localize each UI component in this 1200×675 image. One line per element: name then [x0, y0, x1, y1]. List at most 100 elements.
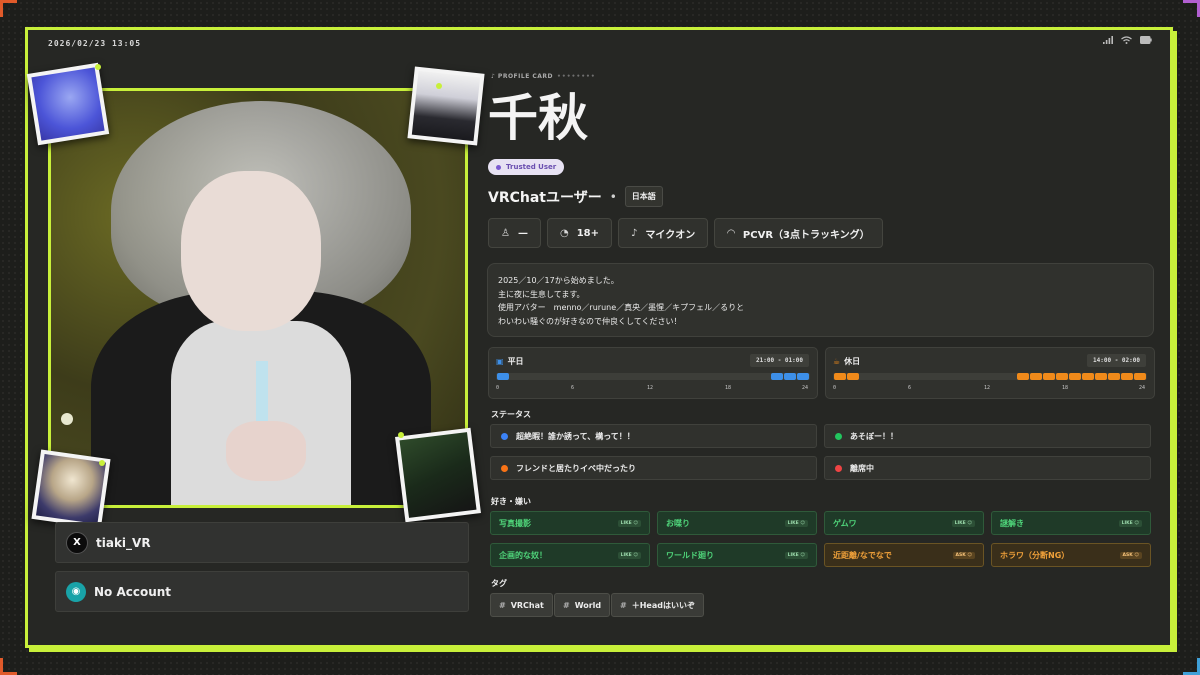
schedule-hour-segment	[1042, 373, 1055, 380]
schedule-holiday: ☕ 休日 14:00 - 02:00 0 6 12 18 24	[825, 347, 1155, 399]
tick-label: 0	[833, 385, 837, 391]
pref-label: ホラワ（分断NG）	[1000, 550, 1070, 560]
wifi-icon	[1121, 36, 1132, 44]
status-item: あそぼー！！	[824, 424, 1151, 448]
schedule-hour-segment	[1016, 373, 1029, 380]
schedule-hour-segment	[1134, 373, 1147, 380]
status-item: 超絶暇！誰か誘って、構って！！	[490, 424, 817, 448]
age-icon: ◔	[559, 227, 569, 239]
schedule-hour-segment	[797, 373, 810, 380]
schedule-hour-segment	[784, 373, 797, 380]
clock: 2026/02/23 13:05	[48, 39, 142, 48]
status-section-title: ステータス	[491, 410, 531, 419]
hash-icon: #	[499, 600, 506, 610]
social-link-discord[interactable]: ◉ No Account	[55, 571, 469, 612]
schedule-hour-segment	[1082, 373, 1095, 380]
polaroid-photo	[26, 62, 110, 146]
schedule-label: 休日	[844, 357, 861, 366]
tag-chip[interactable]: # VRChat	[490, 593, 553, 617]
bio-box: 2025／10／17から始めました。 主に夜に生息してます。 使用アバター me…	[487, 263, 1154, 337]
chip-mic: ♪ マイクオン	[618, 218, 709, 248]
corner-accent	[0, 0, 17, 17]
pref-label: ゲムワ	[833, 518, 857, 528]
music-note-icon: ♪	[491, 73, 498, 80]
schedule-range: 14:00 - 02:00	[1087, 354, 1146, 367]
pin-icon	[436, 83, 442, 89]
tick-label: 0	[496, 385, 500, 391]
status-item: 離席中	[824, 456, 1151, 480]
schedule-bar	[496, 373, 810, 380]
pref-label: お喋り	[666, 518, 690, 528]
schedule-hour-segment	[1095, 373, 1108, 380]
pin-icon	[398, 432, 404, 438]
pref-label: 写真撮影	[499, 518, 531, 528]
schedule-hour-segment	[1069, 373, 1082, 380]
person-icon: ♙	[501, 227, 510, 239]
pref-item-ask: 近距離/なでなで ASK ☺	[824, 543, 984, 567]
schedule-weekday: ▣ 平日 21:00 - 01:00 0 6 12 18 24	[488, 347, 818, 399]
corner-accent	[1183, 658, 1200, 675]
chip-platform: ◠ PCVR（3点トラッキング）	[714, 218, 883, 248]
pref-item-like: ワールド廻り LIKE ☺	[657, 543, 817, 567]
tag-chip[interactable]: # World	[554, 593, 611, 617]
tick-label: 6	[571, 385, 575, 391]
polaroid-photo	[407, 66, 485, 146]
language-badge: 日本語	[624, 186, 663, 207]
hash-icon: #	[620, 600, 627, 610]
pin-icon	[99, 460, 105, 466]
schedule-hour-segment	[1108, 373, 1121, 380]
pref-label: 近距離/なでなで	[833, 550, 892, 560]
chip-age: ◔ 18+	[546, 218, 612, 248]
trusted-badge: Trusted User	[488, 159, 565, 175]
x-logo-icon: X	[66, 531, 88, 554]
info-chips: ♙ — ◔ 18+ ♪ マイクオン ◠ PCVR（3点トラッキング）	[488, 218, 883, 248]
system-icons	[1103, 36, 1152, 44]
bio-line: 主に夜に生息してます。	[498, 289, 585, 299]
display-name: 千秋	[488, 89, 588, 147]
pref-item-like: 写真撮影 LIKE ☺	[490, 511, 650, 535]
schedule-hour-segment	[1121, 373, 1134, 380]
social-link-x[interactable]: X tiaki_VR	[55, 522, 469, 563]
schedule-bar	[833, 373, 1147, 380]
headset-icon: ◠	[727, 227, 735, 239]
tick-label: 24	[1139, 385, 1146, 391]
schedule-hour-segment	[833, 373, 846, 380]
corner-accent	[0, 658, 17, 675]
social-handle: No Account	[94, 584, 172, 599]
pref-badge: LIKE ☺	[617, 551, 641, 559]
pref-label: 謎解き	[1000, 518, 1024, 528]
status-item: フレンドと居たりイベ中だったり	[490, 456, 817, 480]
tick-label: 18	[1062, 385, 1069, 391]
microphone-icon: ♪	[631, 227, 638, 239]
pref-badge: ASK ☺	[1119, 551, 1142, 559]
status-dot	[501, 464, 508, 472]
tick-label: 12	[647, 385, 654, 391]
bio-line: 使用アバター menno／rurune／真央／墨惺／キプフェル／るりと	[498, 303, 745, 312]
schedule-label: 平日	[507, 357, 524, 366]
tick-label: 18	[725, 385, 732, 391]
pref-badge: ASK ☺	[952, 551, 975, 559]
status-dot	[835, 464, 842, 472]
tag-chip[interactable]: # ＋Headはいいぞ	[611, 593, 704, 617]
tags-section-title: タグ	[491, 579, 507, 588]
tick-label: 24	[802, 385, 809, 391]
pref-badge: LIKE ☺	[1118, 519, 1142, 527]
schedule-range: 21:00 - 01:00	[750, 354, 809, 367]
pref-item-ask: ホラワ（分断NG） ASK ☺	[991, 543, 1151, 567]
pref-badge: LIKE ☺	[784, 551, 808, 559]
schedule-hour-segment	[1029, 373, 1042, 380]
pref-badge: LIKE ☺	[617, 519, 641, 527]
chip-gender: ♙ —	[488, 218, 541, 248]
social-handle: tiaki_VR	[96, 535, 151, 550]
corner-accent	[1183, 0, 1200, 17]
pref-item-like: 謎解き LIKE ☺	[991, 511, 1151, 535]
battery-icon	[1140, 36, 1152, 44]
pref-label: 企画的な奴！	[499, 550, 547, 560]
card-label: ♪ PROFILE CARD ••••••••	[491, 73, 596, 80]
tick-label: 6	[908, 385, 912, 391]
polaroid-photo	[395, 427, 481, 523]
pref-badge: LIKE ☺	[951, 519, 975, 527]
signal-icon	[1103, 36, 1113, 44]
schedule-hour-segment	[771, 373, 784, 380]
schedule-hour-segment	[496, 373, 509, 380]
